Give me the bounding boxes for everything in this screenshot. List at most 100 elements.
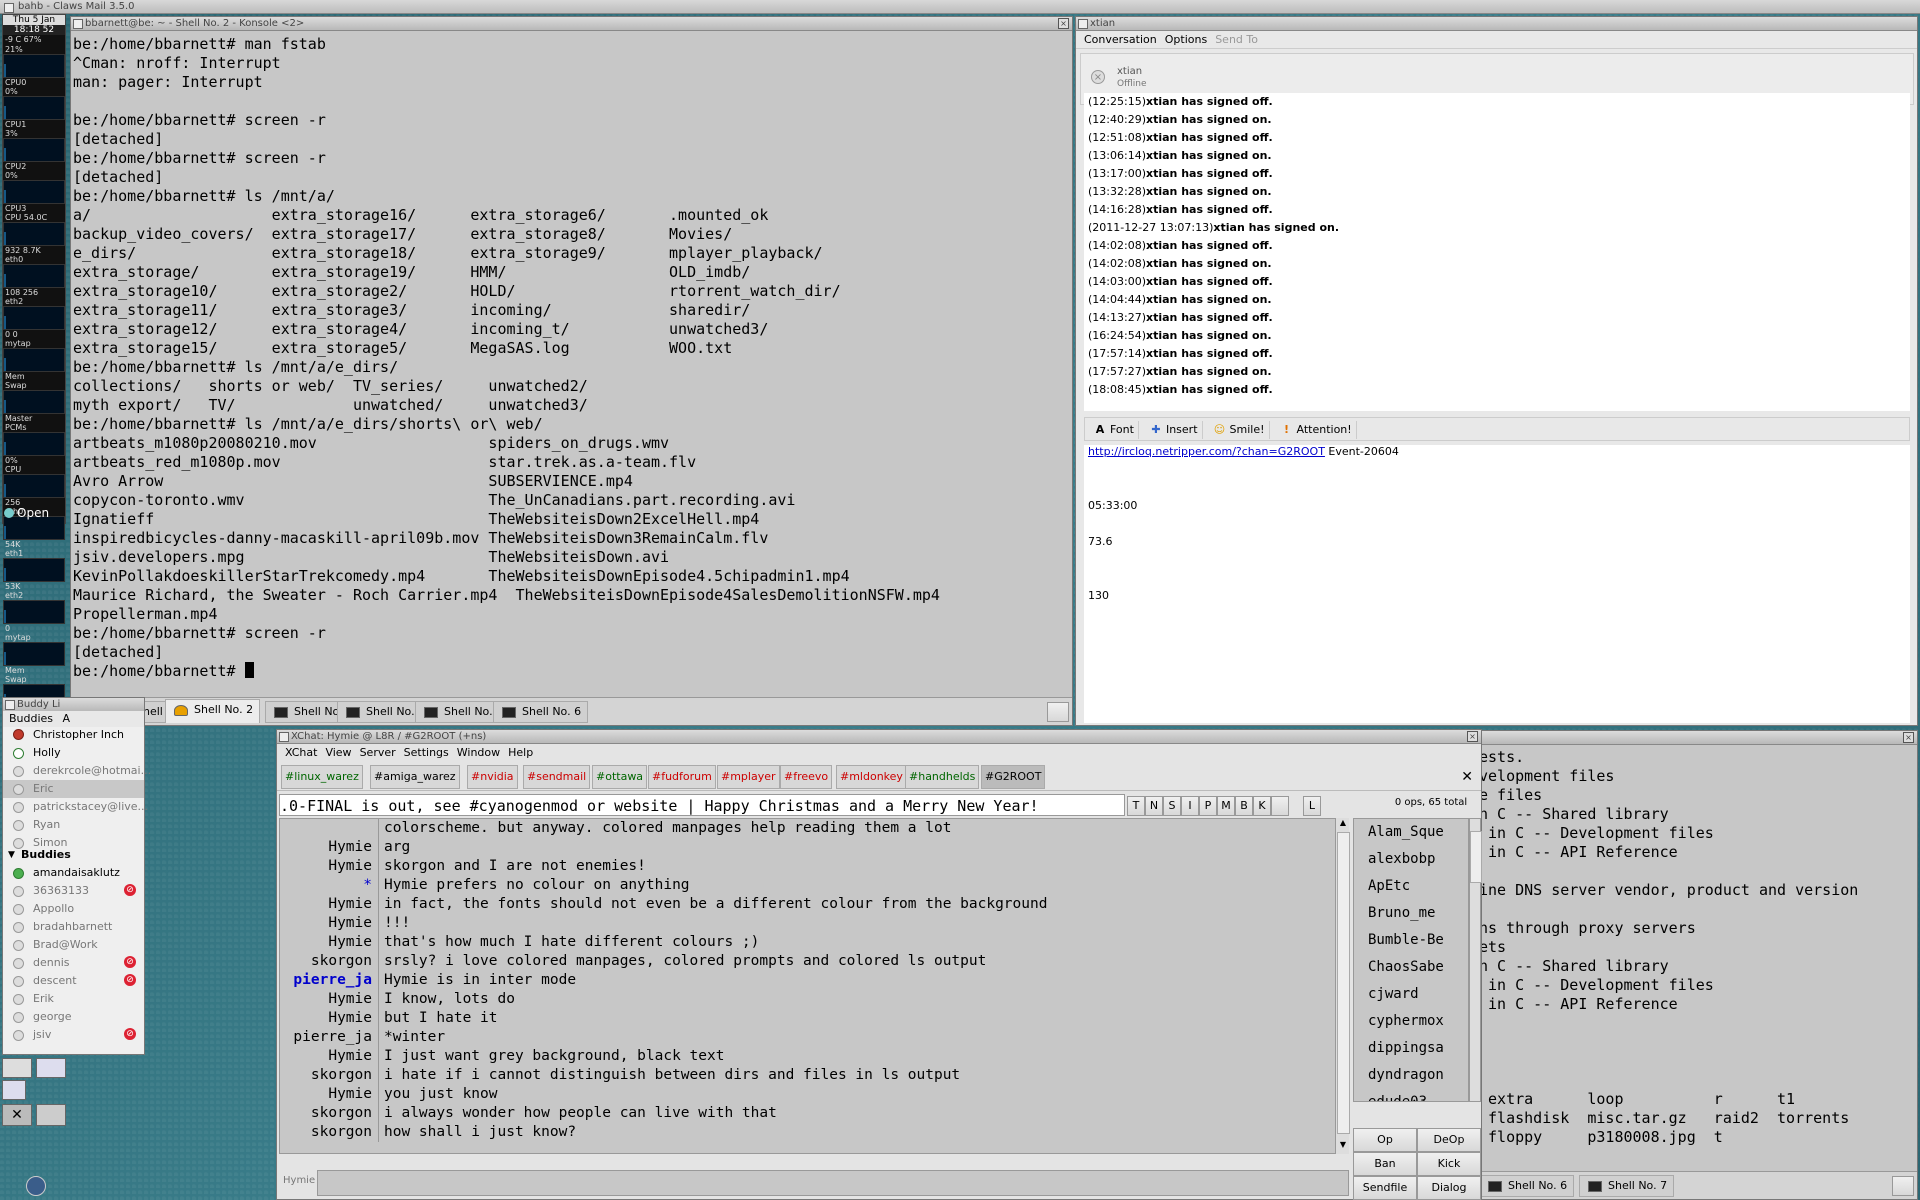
close-channel-icon[interactable]: ✕ bbox=[1461, 769, 1473, 785]
xchat-window[interactable]: XChat: Hymie @ L8R / #G2ROOT (+ns) × XCh… bbox=[276, 729, 1482, 1200]
mode-button[interactable]: M bbox=[1217, 796, 1235, 816]
chat-nick[interactable]: skorgon bbox=[280, 1066, 372, 1085]
channel-tab[interactable]: #nvidia bbox=[467, 765, 518, 789]
buddy-item[interactable]: 36363133 ⊘ bbox=[3, 882, 144, 900]
tab-shell-6[interactable]: Shell No. 6 bbox=[1479, 1175, 1575, 1197]
user-list-item[interactable]: cjward bbox=[1354, 981, 1468, 1008]
tray-x-icon[interactable]: ✕ bbox=[2, 1104, 32, 1126]
pidgin-conversation-window[interactable]: xtian Conversation Options Send To × xtian… bbox=[1075, 16, 1918, 726]
tab-shell-6[interactable]: Shell No. 6 bbox=[493, 701, 589, 723]
chat-nick[interactable]: pierre_ja bbox=[280, 1028, 372, 1047]
buddy-item[interactable]: jsiv ⊘ bbox=[3, 1026, 144, 1044]
chat-nick[interactable]: Hymie bbox=[280, 895, 372, 914]
compose-area[interactable]: http://ircloq.netripper.com/?chan=G2ROOT… bbox=[1084, 445, 1910, 723]
user-list-item[interactable]: cyphermox bbox=[1354, 1008, 1468, 1035]
scroll-down-icon[interactable]: ▼ bbox=[1337, 1140, 1349, 1154]
channel-tab[interactable]: #G2ROOT bbox=[981, 765, 1046, 789]
right-terminal-output[interactable]: ests. velopment files e files n C -- Shared… bbox=[1479, 748, 1917, 1168]
user-action-deop[interactable]: DeOp bbox=[1417, 1128, 1481, 1152]
chat-nick[interactable]: * bbox=[280, 876, 372, 895]
user-action-kick[interactable]: Kick bbox=[1417, 1152, 1481, 1176]
chat-nick[interactable]: Hymie bbox=[280, 1085, 372, 1104]
tab-shell-2[interactable]: Shell No. 2 bbox=[165, 699, 261, 723]
channel-tab[interactable]: #freevo bbox=[780, 765, 833, 789]
user-list-item[interactable]: Bumble-Be bbox=[1354, 927, 1468, 954]
close-icon[interactable]: × bbox=[1467, 731, 1478, 742]
buddy-item[interactable]: Christopher Inch bbox=[3, 726, 144, 744]
user-list-scrollbar[interactable] bbox=[1469, 818, 1482, 1102]
buddy-item[interactable]: Appollo bbox=[3, 900, 144, 918]
mode-button[interactable]: T bbox=[1127, 796, 1145, 816]
window-menu-icon[interactable] bbox=[1078, 19, 1088, 29]
window-menu-icon[interactable] bbox=[5, 700, 15, 710]
buddy-item[interactable]: dennis ⊘ bbox=[3, 954, 144, 972]
chat-nick[interactable]: Hymie bbox=[280, 838, 372, 857]
user-action-dialog[interactable]: Dialog bbox=[1417, 1176, 1481, 1200]
user-action-sendfile[interactable]: Sendfile bbox=[1353, 1176, 1417, 1200]
window-menu-icon[interactable] bbox=[73, 19, 83, 29]
buddy-item[interactable]: amandaisaklutz bbox=[3, 864, 144, 882]
buddy-item[interactable]: Erik bbox=[3, 990, 144, 1008]
close-icon[interactable]: × bbox=[1058, 18, 1069, 29]
chat-nick[interactable]: Hymie bbox=[280, 1009, 372, 1028]
user-list-item[interactable]: Alam_Sque bbox=[1354, 819, 1468, 846]
right-terminal-titlebar[interactable]: × bbox=[1475, 731, 1917, 745]
buddy-item[interactable]: george bbox=[3, 1008, 144, 1026]
close-icon[interactable]: × bbox=[1903, 732, 1914, 743]
user-list-item[interactable]: Bruno_me bbox=[1354, 900, 1468, 927]
toolbar-smile[interactable]: ☺ Smile! bbox=[1209, 421, 1270, 439]
topic-bar[interactable]: .0-FINAL is out, see #cyanogenmod or web… bbox=[279, 794, 1125, 816]
buddy-item[interactable]: Brad@Work bbox=[3, 936, 144, 954]
claws-mail-titlebar[interactable]: bahb - Claws Mail 3.5.0 bbox=[0, 0, 1920, 14]
tray-mail-icon[interactable] bbox=[36, 1058, 66, 1078]
right-terminal-window[interactable]: × ests. velopment files e files n C -- Shar… bbox=[1474, 730, 1918, 1200]
mode-button[interactable]: B bbox=[1235, 796, 1253, 816]
tray-net-icon[interactable] bbox=[2, 1080, 26, 1100]
window-menu-icon[interactable] bbox=[4, 3, 14, 13]
message-input[interactable] bbox=[317, 1170, 1349, 1196]
window-menu-icon[interactable] bbox=[279, 732, 289, 742]
expand-arrow-icon[interactable]: ▼ bbox=[8, 846, 15, 864]
user-list-item[interactable]: ChaosSabe bbox=[1354, 954, 1468, 981]
menu-server[interactable]: Server bbox=[360, 746, 396, 759]
menu-conversation[interactable]: Conversation bbox=[1084, 33, 1157, 46]
channel-tab[interactable]: #amiga_warez bbox=[370, 765, 460, 789]
chat-nick[interactable]: pierre_ja bbox=[280, 971, 372, 990]
channel-tab[interactable]: #linux_warez bbox=[281, 765, 363, 789]
scroll-thumb[interactable] bbox=[1337, 832, 1350, 1134]
channel-tab[interactable]: #sendmail bbox=[523, 765, 591, 789]
mode-button[interactable]: S bbox=[1163, 796, 1181, 816]
menu-settings[interactable]: Settings bbox=[404, 746, 449, 759]
toolbar-attention[interactable]: ! Attention! bbox=[1276, 421, 1357, 439]
toolbar-insert[interactable]: ✚ Insert bbox=[1145, 421, 1203, 439]
mode-button[interactable]: P bbox=[1199, 796, 1217, 816]
user-list-item[interactable]: edude03 bbox=[1354, 1089, 1468, 1101]
toolbar-font[interactable]: A Font bbox=[1089, 421, 1139, 439]
buddy-item[interactable]: patrickstacey@live... bbox=[3, 798, 148, 816]
user-list-item[interactable]: alexbobp bbox=[1354, 846, 1468, 873]
menu-view[interactable]: View bbox=[325, 746, 351, 759]
tab-shell-7[interactable]: Shell No. 7 bbox=[1579, 1175, 1675, 1197]
mode-button[interactable]: K bbox=[1253, 796, 1271, 816]
conversation-history[interactable]: (12:25:15)xtian has signed off. (12:40:29… bbox=[1084, 93, 1910, 411]
chat-nick[interactable]: skorgon bbox=[280, 1123, 372, 1142]
menu-send-to[interactable]: Send To bbox=[1215, 33, 1258, 46]
buddy-list-window[interactable]: Buddy Li Buddies A Christopher Inch Holly… bbox=[2, 697, 151, 1055]
konsole-window[interactable]: bbarnett@be: ~ - Shell No. 2 - Konsole <… bbox=[70, 16, 1073, 726]
close-tab-icon[interactable] bbox=[1047, 702, 1069, 722]
compose-link[interactable]: http://ircloq.netripper.com/?chan=G2ROOT bbox=[1088, 445, 1325, 458]
tray-drive-icon[interactable] bbox=[36, 1104, 66, 1126]
menu-accounts[interactable]: A bbox=[63, 712, 71, 725]
buddy-item[interactable]: Holly bbox=[3, 744, 144, 762]
mode-button[interactable]: N bbox=[1145, 796, 1163, 816]
user-list-item[interactable]: dippingsa bbox=[1354, 1035, 1468, 1062]
channel-tab[interactable]: #handhelds bbox=[905, 765, 980, 789]
menu-window[interactable]: Window bbox=[457, 746, 500, 759]
user-scroll-thumb[interactable] bbox=[1470, 831, 1482, 883]
chat-nick[interactable]: Hymie bbox=[280, 990, 372, 1009]
mode-button[interactable] bbox=[1271, 796, 1289, 816]
scroll-up-icon[interactable]: ▲ bbox=[1337, 818, 1349, 832]
channel-tab[interactable]: #ottawa bbox=[592, 765, 648, 789]
chat-text-area[interactable]: colorscheme. but anyway. colored manpage… bbox=[279, 818, 1349, 1154]
user-list-item[interactable]: ApEtc bbox=[1354, 873, 1468, 900]
